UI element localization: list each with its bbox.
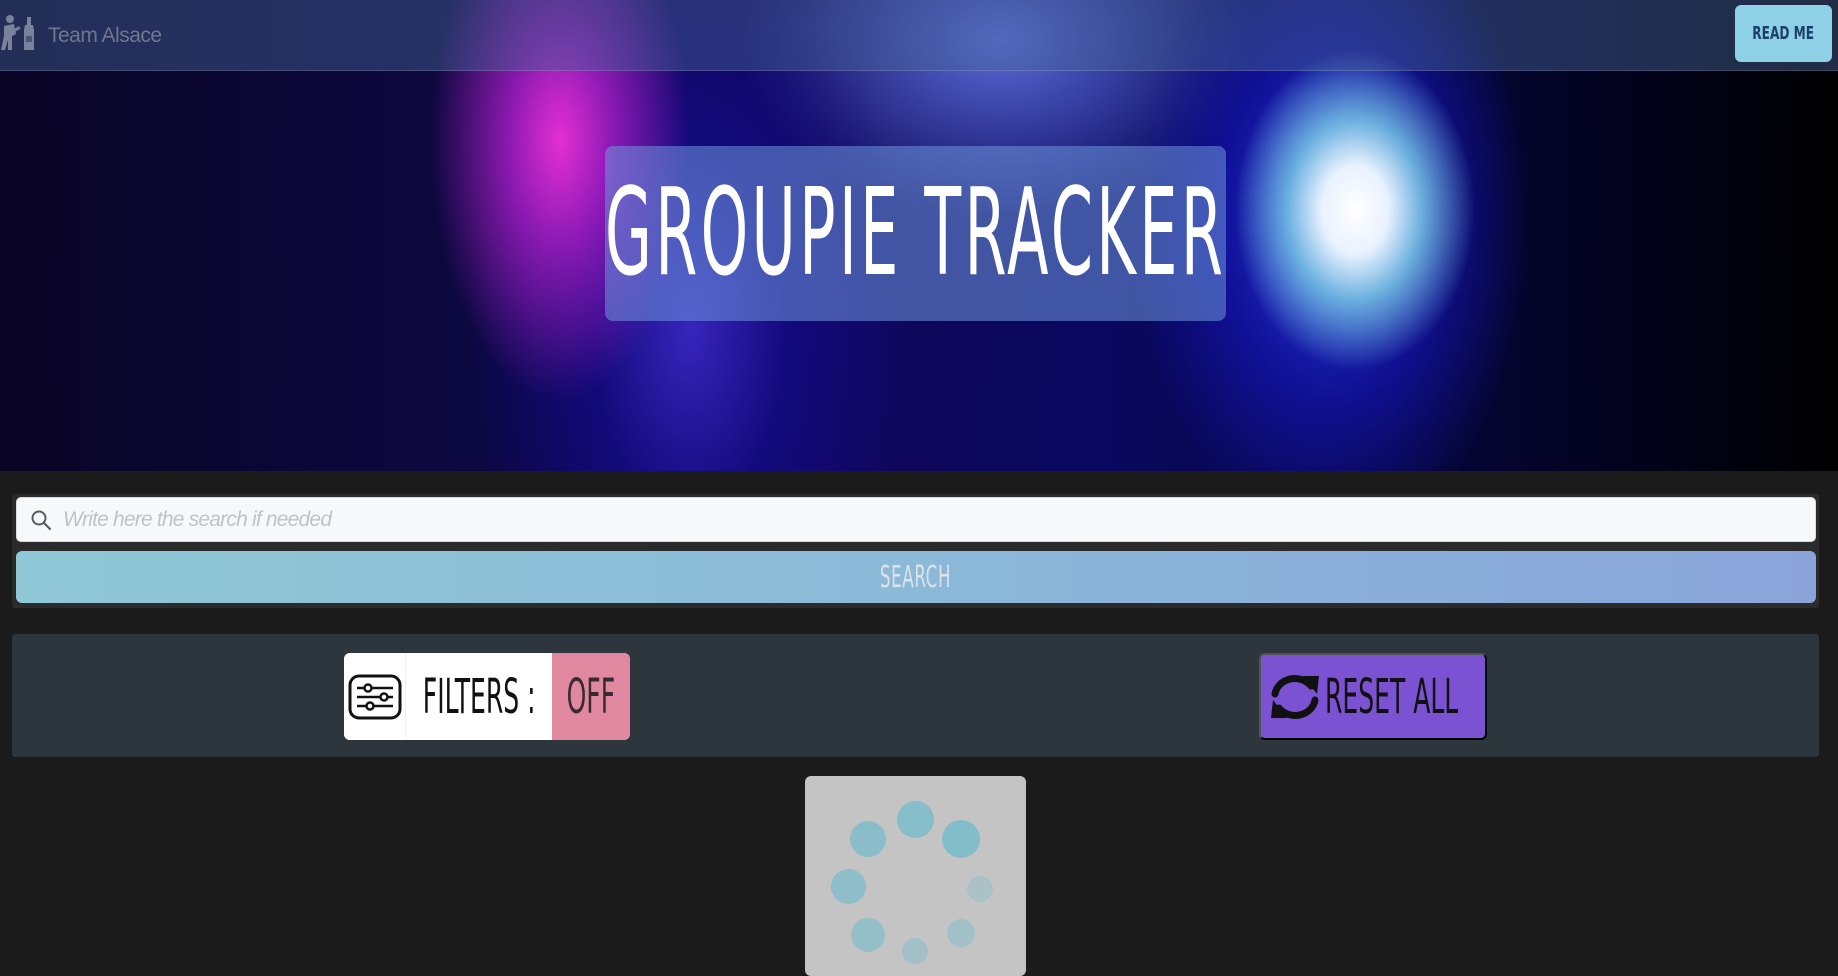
spinner-dot	[897, 801, 934, 838]
search-button[interactable]: SEARCH	[16, 551, 1816, 603]
spinner-dot	[902, 938, 928, 964]
search-field[interactable]	[16, 497, 1816, 542]
refresh-icon	[1271, 674, 1319, 719]
reset-label: RESET ALL	[1325, 668, 1459, 725]
spinner-dot	[831, 869, 866, 904]
page-title-box: GROUPIE TRACKER	[605, 146, 1226, 321]
filters-label-box: FILTERS :	[406, 653, 552, 740]
team-logo[interactable]	[0, 14, 40, 52]
team-name[interactable]: Team Alsace	[48, 24, 162, 48]
spinner-dot	[851, 918, 885, 952]
readme-label: READ ME	[1752, 23, 1815, 44]
reset-icon-box	[1261, 672, 1323, 722]
sliders-icon	[348, 674, 401, 719]
search-input[interactable]	[63, 498, 1803, 541]
top-navbar: Team Alsace READ ME	[0, 0, 1838, 71]
search-button-label: SEARCH	[880, 559, 952, 595]
filters-icon-box	[344, 653, 406, 740]
spinner-dot	[850, 821, 886, 857]
filters-toggle-button[interactable]: FILTERS : OFF	[344, 653, 630, 740]
reset-label-box: RESET ALL	[1323, 669, 1555, 725]
loading-card	[805, 776, 1026, 976]
filters-state: OFF	[566, 668, 616, 725]
reset-all-button[interactable]: RESET ALL	[1259, 653, 1487, 740]
spinner-dot	[942, 820, 980, 858]
guitarist-bottle-icon	[1, 15, 34, 50]
hero-banner: Team Alsace READ ME GROUPIE TRACKER	[0, 0, 1838, 471]
search-icon	[31, 510, 52, 531]
spinner-dot	[947, 919, 975, 947]
readme-button[interactable]: READ ME	[1735, 5, 1832, 62]
filters-state-badge: OFF	[552, 653, 630, 740]
filters-label: FILTERS :	[422, 668, 536, 725]
page-title: GROUPIE TRACKER	[604, 164, 1227, 303]
spinner-dot	[967, 876, 993, 902]
